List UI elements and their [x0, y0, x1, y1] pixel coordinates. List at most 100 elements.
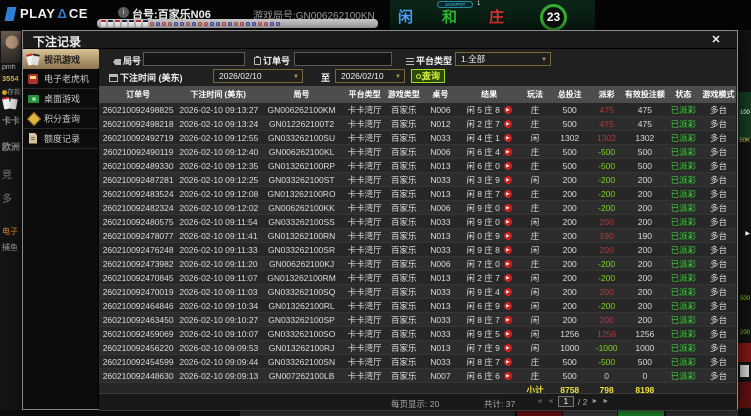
cell-game-mode: 多台 — [700, 270, 736, 285]
chip-label[interactable]: 50K — [739, 138, 750, 144]
cell-total-bet: 500 — [549, 158, 590, 173]
replay-icon[interactable] — [503, 259, 512, 268]
column-header: 游戏模式 — [700, 86, 736, 103]
cell-platform: 卡卡湾厅 — [344, 256, 385, 271]
column-header: 派彩 — [589, 86, 624, 103]
table-row[interactable]: 260210092483524 2026-02-10 09:12:08 GN01… — [99, 186, 736, 201]
table-row[interactable]: 260210092473982 2026-02-10 09:11:20 GN00… — [99, 256, 736, 271]
sidebar-item-points-inquiry[interactable]: 积分查询 — [23, 109, 98, 129]
cell-table-no: N006 — [422, 200, 459, 215]
cell-game-mode: 多台 — [700, 144, 736, 159]
table-row[interactable]: 260210092470845 2026-02-10 09:11:07 GN01… — [99, 270, 736, 285]
replay-icon[interactable] — [503, 329, 512, 338]
cell-order-no: 260210092463450 — [99, 312, 178, 327]
table-row[interactable]: 260210092489330 2026-02-10 09:12:35 GN01… — [99, 158, 736, 173]
replay-icon[interactable] — [503, 301, 512, 310]
table-row[interactable]: 260210092459069 2026-02-10 09:10:07 GN03… — [99, 326, 736, 341]
sidebar-item-table-games[interactable]: 桌面游戏 — [23, 89, 98, 109]
table-row[interactable]: 260210092487281 2026-02-10 09:12:25 GN03… — [99, 172, 736, 187]
cell-valid-bet: 200 — [623, 242, 666, 257]
platform-select[interactable]: 1.全部 — [455, 52, 551, 66]
table-row[interactable]: 260210092480575 2026-02-10 09:11:54 GN03… — [99, 214, 736, 229]
cell-total-bet: 500 — [549, 103, 590, 117]
round-input[interactable] — [143, 52, 245, 66]
cell-result: 闲 6 庄 9 — [460, 299, 518, 312]
table-row[interactable]: 260210092478077 2026-02-10 09:11:41 GN01… — [99, 228, 736, 243]
bead-dot — [258, 21, 262, 26]
cell-status: 已派彩 — [665, 340, 701, 355]
replay-icon[interactable] — [503, 315, 512, 324]
mini-card-icon — [101, 20, 106, 27]
lobby-nav-item[interactable]: 电子 — [2, 226, 18, 237]
replay-icon[interactable] — [503, 343, 512, 352]
cell-result: 闲 9 庄 5 — [460, 327, 518, 340]
replay-icon[interactable] — [503, 105, 512, 114]
table-row[interactable]: 260210092456220 2026-02-10 09:09:53 GN01… — [99, 340, 736, 355]
lobby-nav-item[interactable]: 竞 — [2, 166, 12, 181]
bead-dot — [204, 21, 208, 26]
bet-player-label[interactable]: 闲 — [398, 6, 413, 27]
table-row[interactable]: 260210092492719 2026-02-10 09:12:55 GN03… — [99, 130, 736, 145]
chip-label[interactable]: 200 — [740, 330, 750, 336]
lobby-nav-item[interactable]: 卡卡 — [2, 114, 20, 127]
replay-icon[interactable] — [503, 119, 512, 128]
bead-dot — [270, 21, 274, 26]
chip-label[interactable]: 500 — [740, 296, 750, 302]
sidebar-item-quota-records[interactable]: 额度记录 — [23, 129, 98, 149]
cell-platform: 卡卡湾厅 — [344, 326, 385, 341]
next-page-icon[interactable]: ► — [591, 398, 598, 405]
table-row[interactable]: 260210092498825 2026-02-10 09:13:27 GN00… — [99, 103, 736, 117]
replay-icon[interactable] — [503, 189, 512, 198]
replay-icon[interactable] — [503, 203, 512, 212]
chip-label[interactable]: 100 — [740, 110, 750, 116]
replay-icon[interactable] — [503, 273, 512, 282]
cell-result: 闲 5 庄 8 — [460, 103, 518, 116]
query-button[interactable]: 查询 — [411, 69, 445, 83]
close-icon[interactable] — [709, 33, 723, 47]
table-row[interactable]: 260210092464846 2026-02-10 09:10:34 GN01… — [99, 298, 736, 313]
replay-icon[interactable] — [503, 371, 512, 380]
page-input[interactable]: 1 — [557, 396, 574, 407]
play-icon[interactable]: ▶ — [745, 230, 750, 237]
date-to-select[interactable]: 2026/02/10 — [335, 69, 405, 83]
bet-tie-label[interactable]: 和 — [442, 6, 457, 27]
slot-machine-icon — [27, 73, 40, 85]
table-row[interactable]: 260210092454599 2026-02-10 09:09:44 GN03… — [99, 354, 736, 369]
cell-total-bet: 500 — [549, 144, 590, 159]
cell-play-type: 闲 — [520, 270, 550, 285]
order-input[interactable] — [294, 52, 392, 66]
table-row[interactable]: 260210092463450 2026-02-10 09:10:27 GN03… — [99, 312, 736, 327]
table-row[interactable]: 260210092490119 2026-02-10 09:12:40 GN00… — [99, 144, 736, 159]
replay-icon[interactable] — [503, 161, 512, 170]
cell-play-type: 闲 — [520, 242, 550, 257]
lobby-nav-item[interactable]: 捕鱼 — [2, 242, 18, 253]
first-page-icon[interactable]: ◄ — [536, 398, 543, 405]
table-row[interactable]: 260210092498218 2026-02-10 09:13:24 GN01… — [99, 116, 736, 131]
replay-icon[interactable] — [503, 357, 512, 366]
lobby-nav-item[interactable]: 多 — [2, 190, 12, 205]
avatar[interactable] — [1, 31, 21, 63]
sidebar-item-video-games[interactable]: 视讯游戏 — [23, 49, 105, 69]
date-from-select[interactable]: 2026/02/10 — [213, 69, 303, 83]
last-page-icon[interactable]: ► — [602, 398, 609, 405]
cell-status: 已派彩 — [665, 256, 701, 271]
table-row[interactable]: 260210092470019 2026-02-10 09:11:03 GN03… — [99, 284, 736, 299]
table-row[interactable]: 260210092482324 2026-02-10 09:12:02 GN00… — [99, 200, 736, 215]
bet-banker-label[interactable]: 庄 — [489, 6, 504, 27]
cell-table-no: N033 — [422, 130, 459, 145]
replay-icon[interactable] — [503, 231, 512, 240]
sidebar-item-slot-machines[interactable]: 电子老虎机 — [23, 69, 98, 89]
cell-status: 已派彩 — [665, 270, 701, 285]
replay-icon[interactable] — [503, 245, 512, 254]
replay-icon[interactable] — [503, 217, 512, 226]
table-row[interactable]: 260210092448630 2026-02-10 09:09:13 GN00… — [99, 368, 736, 383]
replay-icon[interactable] — [503, 133, 512, 142]
prev-page-icon[interactable]: ◄ — [547, 398, 554, 405]
table-row[interactable]: 260210092476248 2026-02-10 09:11:33 GN03… — [99, 242, 736, 257]
cell-game-type: 百家乐 — [384, 284, 423, 299]
lobby-nav-item[interactable]: 欧洲 — [2, 140, 20, 153]
replay-icon[interactable] — [503, 147, 512, 156]
cell-game-mode: 多台 — [700, 172, 736, 187]
replay-icon[interactable] — [503, 175, 512, 184]
replay-icon[interactable] — [503, 287, 512, 296]
